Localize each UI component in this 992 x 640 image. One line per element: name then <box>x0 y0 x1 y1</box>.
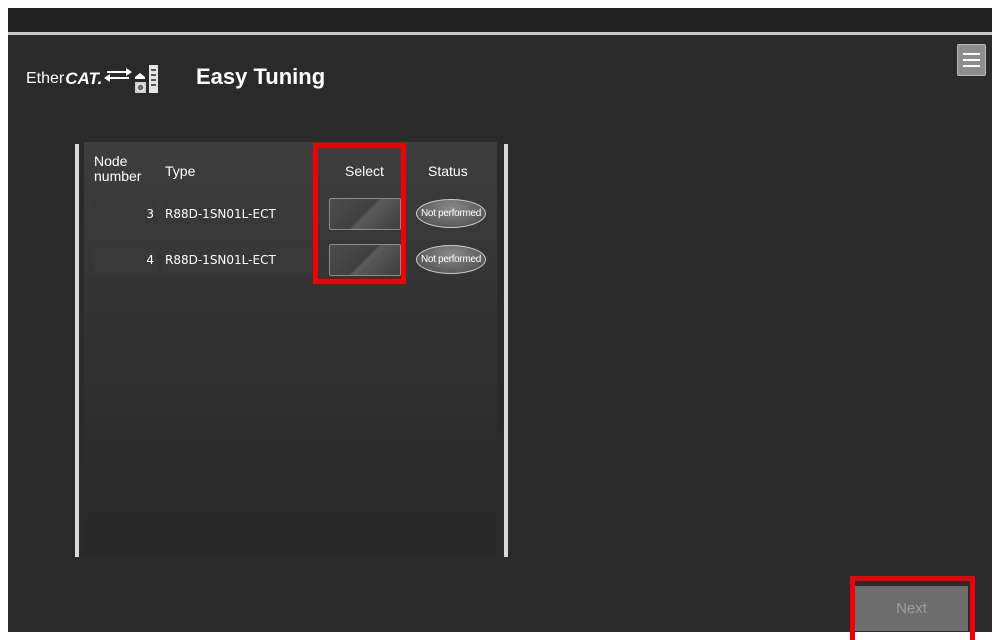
node-table-panel: Node number Type Select Status 3 R88D-1S… <box>84 142 497 555</box>
column-header-node-line1: Node <box>94 153 128 169</box>
header-divider <box>8 32 992 35</box>
top-bar <box>8 8 992 32</box>
panel-left-border <box>75 144 79 557</box>
column-header-status: Status <box>428 163 468 179</box>
page-title: Easy Tuning <box>196 64 326 89</box>
app-screen: Ether CAT. Easy Tuning Node number Type … <box>8 8 992 640</box>
status-badge: Not performed <box>416 199 486 228</box>
node-number-cell: 4 <box>94 245 158 275</box>
column-header-node-number: Node number <box>94 154 141 184</box>
type-cell: R88D-1SN01L-ECT <box>162 245 312 275</box>
select-column-highlight <box>313 143 406 284</box>
node-number-cell: 3 <box>94 199 158 229</box>
column-header-node-line2: number <box>94 168 142 184</box>
hamburger-menu-icon[interactable] <box>957 44 986 76</box>
logo-text-ether: Ether <box>26 70 65 87</box>
logo-text-cat: CAT. <box>65 69 103 88</box>
ethercat-logo: Ether CAT. <box>26 63 160 95</box>
next-button-highlight <box>850 576 975 640</box>
ethercat-connection-icon <box>104 65 159 93</box>
column-header-type: Type <box>165 163 196 179</box>
status-badge: Not performed <box>416 245 486 274</box>
type-cell: R88D-1SN01L-ECT <box>162 199 312 229</box>
panel-right-border <box>504 144 508 557</box>
